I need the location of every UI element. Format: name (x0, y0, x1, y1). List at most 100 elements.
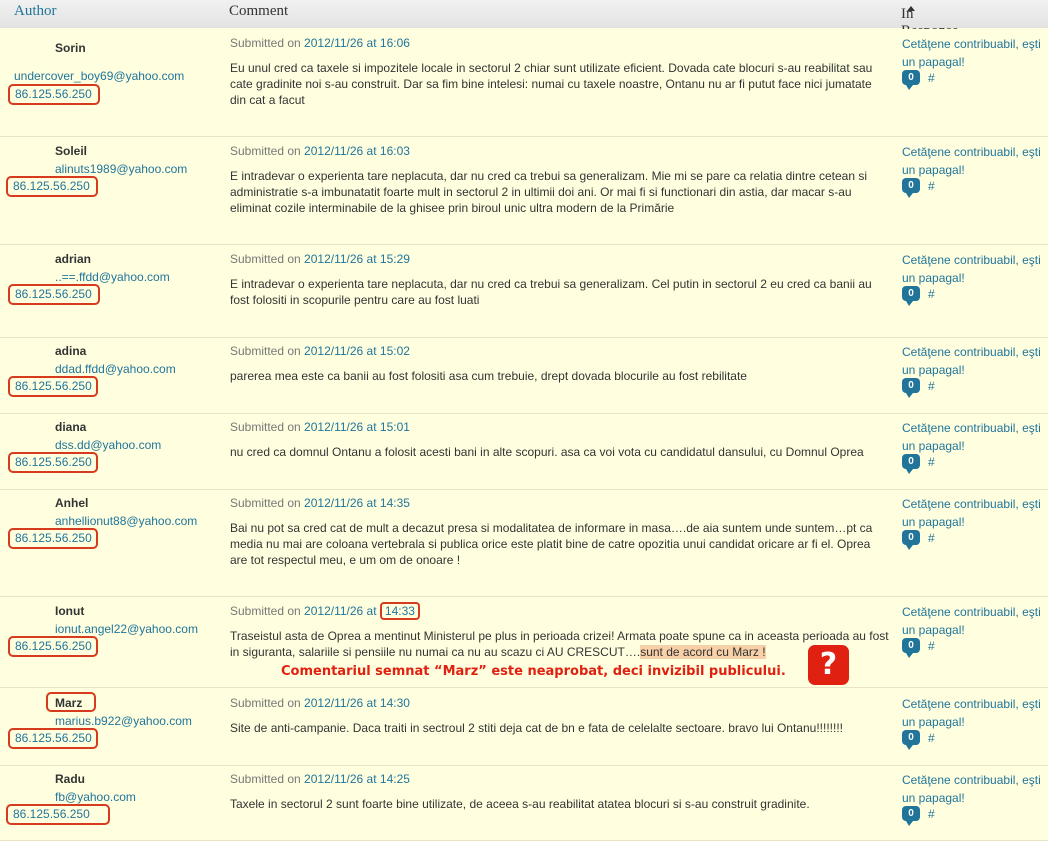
comment-text: E intradevar o experienta tare neplacuta… (230, 276, 890, 308)
comment-bubble-icon[interactable]: 0 (902, 530, 920, 550)
comment-date-link[interactable]: 2012/11/26 at 16:06 (304, 36, 410, 50)
comment-date-link[interactable]: 2012/11/26 at 15:02 (304, 344, 410, 358)
author-name: Radu (55, 772, 85, 786)
comment-body: nu cred ca domnul Ontanu a folosit acest… (230, 445, 864, 459)
in-response-to-link[interactable]: Cetăţene contribuabil, eşti un papagal! (902, 143, 1048, 179)
author-email-link[interactable]: anhellionut88@yahoo.com (55, 514, 197, 528)
in-response-to-link[interactable]: Cetăţene contribuabil, eşti un papagal! (902, 343, 1048, 379)
submitted-prefix: Submitted on (230, 604, 305, 618)
response-count: 0 # (902, 378, 935, 398)
author-ip-link[interactable]: 86.125.56.250 (8, 452, 98, 473)
author-name: adina (55, 344, 87, 358)
comment-bubble-icon[interactable]: 0 (902, 806, 920, 826)
permalink-hash[interactable]: # (928, 639, 935, 653)
author-email-link[interactable]: fb@yahoo.com (55, 790, 136, 804)
comment-text: Bai nu pot sa cred cat de mult a decazut… (230, 520, 890, 568)
permalink-hash[interactable]: # (928, 455, 935, 469)
in-response-to-link[interactable]: Cetăţene contribuabil, eşti un papagal! (902, 771, 1048, 807)
author-ip-link[interactable]: 86.125.56.250 (6, 804, 110, 825)
author-ip-link[interactable]: 86.125.56.250 (8, 284, 100, 305)
permalink-hash[interactable]: # (928, 379, 935, 393)
submitted-prefix: Submitted on (230, 144, 305, 158)
author-email-link[interactable]: ionut.angel22@yahoo.com (55, 622, 198, 636)
response-count: 0 # (902, 530, 935, 550)
author-email-link[interactable]: dss.dd@yahoo.com (55, 438, 161, 452)
comment-text: Traseistul asta de Oprea a mentinut Mini… (230, 628, 890, 660)
highlighted-text: sunt de acord cu Marz ! (640, 645, 766, 659)
comment-date-link[interactable]: 2012/11/26 at (304, 604, 380, 618)
response-count: 0 # (902, 454, 935, 474)
comment-body: Bai nu pot sa cred cat de mult a decazut… (230, 521, 873, 567)
in-response-to-link[interactable]: Cetăţene contribuabil, eşti un papagal! (902, 35, 1048, 71)
submitted-prefix: Submitted on (230, 36, 305, 50)
author-ip-link[interactable]: 86.125.56.250 (6, 176, 98, 197)
comment-text: E intradevar o experienta tare neplacuta… (230, 168, 890, 216)
comment-date-link[interactable]: 2012/11/26 at 14:25 (304, 772, 410, 786)
author-column-header[interactable]: Author (14, 3, 57, 20)
submitted-line: Submitted on 2012/11/26 at 14:33 (230, 602, 420, 620)
comment-text: nu cred ca domnul Ontanu a folosit acest… (230, 444, 890, 460)
response-count: 0 # (902, 730, 935, 750)
submitted-prefix: Submitted on (230, 772, 305, 786)
author-ip-link[interactable]: 86.125.56.250 (8, 728, 98, 749)
comment-bubble-icon[interactable]: 0 (902, 286, 920, 306)
author-name: diana (55, 420, 87, 434)
submitted-line: Submitted on 2012/11/26 at 14:35 (230, 496, 410, 510)
comment-body: Eu unul cred ca taxele si impozitele loc… (230, 61, 873, 107)
author-email-link[interactable]: undercover_boy69@yahoo.com (14, 69, 184, 83)
submitted-prefix: Submitted on (230, 344, 305, 358)
in-response-to-link[interactable]: Cetăţene contribuabil, eşti un papagal! (902, 603, 1048, 639)
author-name: adrian (55, 252, 92, 266)
response-count: 0 # (902, 286, 935, 306)
comment-date-link[interactable]: 2012/11/26 at 14:35 (304, 496, 410, 510)
comment-date-link[interactable]: 2012/11/26 at 15:29 (304, 252, 410, 266)
in-response-to-link[interactable]: Cetăţene contribuabil, eşti un papagal! (902, 251, 1048, 287)
comment-bubble-icon[interactable]: 0 (902, 70, 920, 90)
submitted-prefix: Submitted on (230, 420, 305, 434)
response-count: 0 # (902, 806, 935, 826)
comment-bubble-icon[interactable]: 0 (902, 638, 920, 658)
comment-date-link[interactable]: 2012/11/26 at 16:03 (304, 144, 410, 158)
comment-bubble-icon[interactable]: 0 (902, 178, 920, 198)
table-header: Author Comment In Response To (0, 0, 1048, 56)
author-email-link[interactable]: ddad.ffdd@yahoo.com (55, 362, 176, 376)
in-response-to-link[interactable]: Cetăţene contribuabil, eşti un papagal! (902, 495, 1048, 531)
permalink-hash[interactable]: # (928, 71, 935, 85)
permalink-hash[interactable]: # (928, 731, 935, 745)
author-ip-link[interactable]: 86.125.56.250 (8, 376, 98, 397)
author-name: Anhel (55, 496, 89, 510)
permalink-hash[interactable]: # (928, 287, 935, 301)
permalink-hash[interactable]: # (928, 179, 935, 193)
sort-arrow-icon (907, 6, 915, 11)
annotation-note: Comentariul semnat “Marz” este neaprobat… (281, 664, 786, 679)
author-name: Sorin (55, 41, 86, 55)
submitted-line: Submitted on 2012/11/26 at 16:06 (230, 36, 410, 50)
comment-bubble-icon[interactable]: 0 (902, 378, 920, 398)
submitted-prefix: Submitted on (230, 696, 305, 710)
in-response-to-link[interactable]: Cetăţene contribuabil, eşti un papagal! (902, 695, 1048, 731)
comment-body: E intradevar o experienta tare neplacuta… (230, 169, 868, 215)
author-email-link[interactable]: ..==.ffdd@yahoo.com (55, 270, 170, 284)
author-email-link[interactable]: marius.b922@yahoo.com (55, 714, 192, 728)
comment-bubble-icon[interactable]: 0 (902, 454, 920, 474)
comment-date-link[interactable]: 2012/11/26 at 14:30 (304, 696, 410, 710)
response-count: 0 # (902, 178, 935, 198)
comment-bubble-icon[interactable]: 0 (902, 730, 920, 750)
comment-text: parerea mea este ca banii au fost folosi… (230, 368, 890, 384)
in-response-to-link[interactable]: Cetăţene contribuabil, eşti un papagal! (902, 419, 1048, 455)
submitted-line: Submitted on 2012/11/26 at 14:25 (230, 772, 410, 786)
author-ip-link[interactable]: 86.125.56.250 (8, 528, 98, 549)
author-ip-link[interactable]: 86.125.56.250 (8, 636, 98, 657)
author-email-link[interactable]: alinuts1989@yahoo.com (55, 162, 187, 176)
response-count: 0 # (902, 70, 935, 90)
author-ip-link[interactable]: 86.125.56.250 (8, 84, 100, 105)
author-name: Marz (55, 696, 83, 710)
permalink-hash[interactable]: # (928, 807, 935, 821)
submitted-line: Submitted on 2012/11/26 at 16:03 (230, 144, 410, 158)
comment-date-link[interactable]: 2012/11/26 at 15:01 (304, 420, 410, 434)
permalink-hash[interactable]: # (928, 531, 935, 545)
author-name: Soleil (55, 144, 88, 158)
comment-time-link[interactable]: 14:33 (379, 602, 420, 620)
submitted-line: Submitted on 2012/11/26 at 15:29 (230, 252, 410, 266)
comment-body: Taxele in sectorul 2 sunt foarte bine ut… (230, 797, 810, 811)
